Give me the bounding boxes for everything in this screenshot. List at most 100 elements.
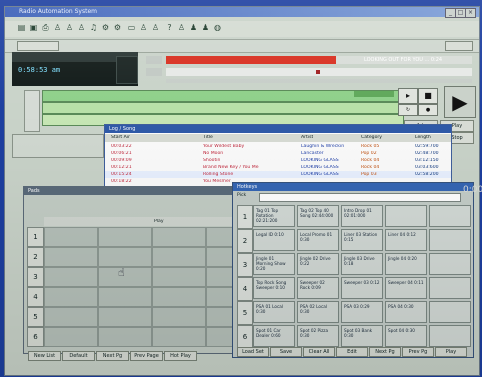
save-icon[interactable]: ▣ [29,23,38,33]
playlist-row[interactable]: 00:12:21 Brand New Key / You Me LOOKING GL… [105,164,451,171]
play-icon[interactable]: ▶ [444,86,476,118]
hotkey-cell[interactable]: PSA 01 Local 0:30 [253,301,295,323]
user-icon[interactable]: ♙ [139,23,148,33]
pad-cell[interactable] [98,327,152,347]
queue-row-1[interactable] [42,90,404,102]
pad-cell[interactable] [98,247,152,267]
monitor-icon[interactable]: ▭ [127,23,136,33]
record-button[interactable]: ● [418,104,438,116]
playlist-row[interactable]: 00:03:22 Your Wildest Baby Laughin & Wreck… [105,143,451,150]
pad-cell[interactable] [152,247,206,267]
playlist-cell: 00:06:21 [111,151,132,156]
folder-icon[interactable]: ▤ [17,23,26,33]
hotkeys-bottom-button[interactable]: Prev Pg [402,347,434,357]
user-icon[interactable]: ♙ [151,23,160,33]
header-artist[interactable]: Artist [301,135,313,140]
pad-cell[interactable] [98,227,152,247]
playlist-cell: Rolling Stone [203,172,234,177]
loop-button[interactable]: ↻ [398,104,418,116]
hotkey-cell[interactable]: Top Rock Song Sweeper 0:10 [253,277,295,299]
hotkeys-bottom-button[interactable]: Clear All [303,347,335,357]
pad-cell[interactable] [98,307,152,327]
hotkey-cell[interactable]: Jingle 02 Drive 0:22 [297,253,339,275]
header-title[interactable]: Title [203,135,213,140]
user-icon[interactable]: ♙ [53,23,62,33]
hotkey-cell[interactable]: Legal ID 0:10 [253,229,295,251]
header-length[interactable]: Length [415,135,431,140]
hotkey-cell[interactable]: Spot 03 Bank 0:30 [341,325,383,347]
pad-cell[interactable] [44,327,98,347]
stop-icon[interactable]: ■ [418,88,438,104]
header-category[interactable]: Category [361,135,382,140]
pad-cell[interactable] [98,287,152,307]
pad-cell[interactable] [152,287,206,307]
pads-bottom-button[interactable]: Next Pg [96,351,129,361]
cue-button[interactable]: ▸ [398,88,418,104]
playlist-row[interactable]: 00:06:21 No Moon Lancaster Pop 02 02:48:700 [105,150,451,157]
hotkeys-bottom-button[interactable]: Save [270,347,302,357]
user-icon[interactable]: ♙ [177,23,186,33]
hotkey-cell[interactable]: PSA 02 Local 0:30 [297,301,339,323]
hotkey-row-number: 6 [237,325,253,349]
user-icon[interactable]: ♙ [77,23,86,33]
hotkey-cell[interactable]: Spot 02 Pizza 0:30 [297,325,339,347]
hotkey-cell[interactable]: Liner 04 0:12 [385,229,427,251]
hotkey-cell[interactable] [429,229,471,251]
hotkeys-bottom-button[interactable]: Edit [336,347,368,357]
pad-cell[interactable] [44,307,98,327]
playlist-row[interactable]: 00:15:24 Rolling Stone LOOKING GLASS Pop 03… [105,171,451,178]
pad-cell[interactable] [44,227,98,247]
pad-cell[interactable] [152,267,206,287]
help-icon[interactable]: ? [165,23,174,33]
hotkey-cell[interactable] [429,277,471,299]
pad-cell[interactable] [44,287,98,307]
pad-cell[interactable] [98,267,152,287]
hotkey-cell[interactable]: PSA 04 0:30 [385,301,427,323]
gear-icon[interactable]: ⚙ [113,23,122,33]
globe-icon[interactable]: ◍ [213,23,222,33]
hotkeys-search-input[interactable] [259,193,461,202]
hotkey-cell[interactable]: Local Promo 01 0:30 [297,229,339,251]
hotkey-cell[interactable]: Jingle 03 Drive 0:18 [341,253,383,275]
hotkey-cell[interactable] [429,301,471,323]
hotkey-cell[interactable]: Jingle 04 0:20 [385,253,427,275]
hotkey-cell[interactable]: Sweeper 04 0:11 [385,277,427,299]
hotkey-cell[interactable]: Spot 01 Car Dealer 0:60 [253,325,295,347]
pad-row-number: 3 [27,267,44,287]
hotkey-cell[interactable]: Liner 03 Station 0:15 [341,229,383,251]
pads-bottom-button[interactable]: New List [28,351,61,361]
hotkey-cell[interactable]: Sweeper 03 0:12 [341,277,383,299]
queue-row-2[interactable] [42,102,404,114]
hotkey-cell[interactable] [429,205,471,227]
pad-cell[interactable] [44,247,98,267]
hotkey-cell[interactable]: PSA 03 0:29 [341,301,383,323]
hotkey-cell[interactable]: Jingle 01 Morning Show 0:20 [253,253,295,275]
people-icon[interactable]: ♟ [189,23,198,33]
playlist-row[interactable]: 00:09:09 Shootin LOOKING GLASS Rock 04 03:12… [105,157,451,164]
hotkeys-bottom-button[interactable]: Play [435,347,467,357]
pad-cell[interactable] [44,267,98,287]
hotkeys-bottom-button[interactable]: Next Pg [369,347,401,357]
gear-icon[interactable]: ⚙ [101,23,110,33]
hotkey-cell[interactable]: Tag 02 Top 40 Song 02:44:000 [297,205,339,227]
pad-cell[interactable] [152,307,206,327]
close-button[interactable]: × [465,8,476,18]
pads-bottom-button[interactable]: Hot Play [164,351,197,361]
print-icon[interactable]: ⎙ [41,23,50,33]
hotkey-cell[interactable]: Spot 04 0:30 [385,325,427,347]
pads-bottom-button[interactable]: Prev Page [130,351,163,361]
hotkey-cell[interactable] [429,253,471,275]
pad-cell[interactable] [152,227,206,247]
pads-bottom-button[interactable]: Default [62,351,95,361]
hotkeys-bottom-button[interactable]: Load Set [237,347,269,357]
hotkey-cell[interactable]: Intro Drop 01 02:01:000 [341,205,383,227]
header-start-air[interactable]: Start Air [111,135,130,140]
hotkey-cell[interactable]: Tag 01 Top Rotation 02:21:200 [253,205,295,227]
music-icon[interactable]: ♫ [89,23,98,33]
hotkey-cell[interactable]: Sweeper 02 Rock 0:09 [297,277,339,299]
hotkey-cell[interactable] [385,205,427,227]
people-icon[interactable]: ♟ [201,23,210,33]
user-icon[interactable]: ♙ [65,23,74,33]
pad-cell[interactable] [152,327,206,347]
hotkey-cell[interactable] [429,325,471,347]
